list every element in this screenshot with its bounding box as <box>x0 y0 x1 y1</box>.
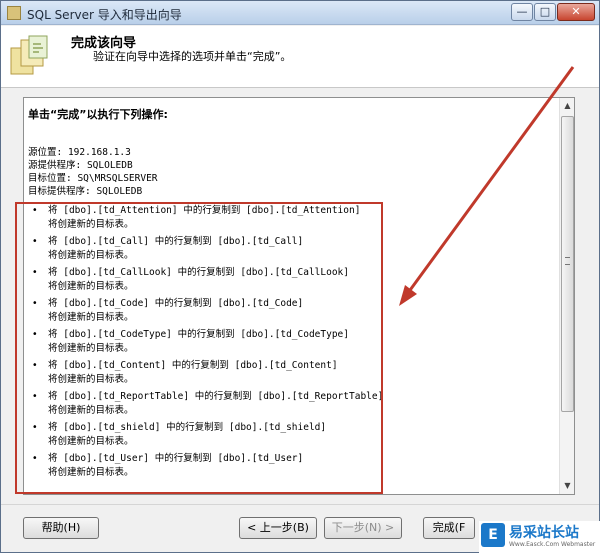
minimize-button[interactable]: — <box>511 3 533 21</box>
source-location: 源位置: 192.168.1.3 <box>28 147 131 158</box>
next-button: 下一步(N) > <box>324 517 402 539</box>
finish-button[interactable]: 完成(F <box>423 517 475 539</box>
site-watermark: E 易采站长站 Www.Easck.Com Webmaster <box>479 521 600 553</box>
close-button[interactable]: ✕ <box>557 3 595 21</box>
back-button[interactable]: < 上一步(B) <box>239 517 317 539</box>
vertical-scrollbar[interactable]: ▲ ▼ <box>559 98 574 494</box>
wizard-header: 完成该向导 验证在向导中选择的选项并单击“完成”。 <box>1 26 599 88</box>
target-location: 目标位置: SQ\MRSQLSERVER <box>28 173 158 184</box>
title-bar[interactable]: SQL Server 导入和导出向导 — □ ✕ <box>1 1 599 25</box>
source-provider: 源提供程序: SQLOLEDB <box>28 160 133 171</box>
window-title: SQL Server 导入和导出向导 <box>27 8 182 22</box>
scroll-thumb[interactable] <box>561 116 574 412</box>
target-provider: 目标提供程序: SQLOLEDB <box>28 186 143 197</box>
maximize-button[interactable]: □ <box>534 3 556 21</box>
app-icon <box>7 6 21 20</box>
wizard-window: SQL Server 导入和导出向导 — □ ✕ 完成该向导 验证在向导中选择的… <box>0 0 600 553</box>
help-button[interactable]: 帮助(H) <box>23 517 99 539</box>
grip-icon <box>565 257 570 265</box>
wizard-folder-icon <box>10 35 48 75</box>
watermark-logo-icon: E <box>481 523 505 547</box>
page-subtitle: 验证在向导中选择的选项并单击“完成”。 <box>93 50 292 63</box>
summary-heading: 单击“完成”以执行下列操作: <box>28 108 168 121</box>
watermark-subtext: Www.Easck.Com Webmaster <box>509 541 596 548</box>
scroll-up-icon[interactable]: ▲ <box>560 98 574 114</box>
scroll-down-icon[interactable]: ▼ <box>560 478 574 494</box>
annotation-highlight-box <box>15 202 383 494</box>
watermark-text: 易采站长站 <box>509 525 579 541</box>
